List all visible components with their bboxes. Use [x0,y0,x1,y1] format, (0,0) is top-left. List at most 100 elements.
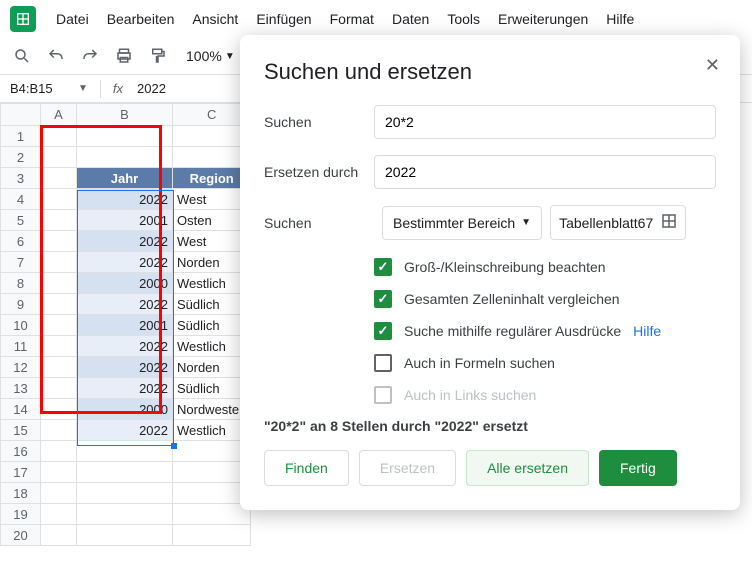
regex-help-link[interactable]: Hilfe [633,323,661,339]
cell[interactable] [41,336,77,357]
selection-handle[interactable] [171,443,177,449]
cell[interactable] [41,273,77,294]
cell[interactable] [41,441,77,462]
header-jahr[interactable]: Jahr [77,168,173,189]
cell[interactable] [77,147,173,168]
spreadsheet-grid[interactable]: ABC 123JahrRegion42022West52001Osten6202… [0,103,251,546]
row-header[interactable]: 13 [1,378,41,399]
cell[interactable] [173,525,251,546]
row-header[interactable]: 19 [1,504,41,525]
replace-input[interactable] [374,155,716,189]
col-header-A[interactable]: A [41,104,77,126]
scope-dropdown[interactable]: Bestimmter Bereich ▼ [382,206,542,240]
menu-item-daten[interactable]: Daten [384,7,437,31]
cell[interactable] [77,483,173,504]
cell-year[interactable]: 2022 [77,231,173,252]
replace-all-button[interactable]: Alle ersetzen [466,450,589,486]
row-header[interactable]: 15 [1,420,41,441]
done-button[interactable]: Fertig [599,450,677,486]
regex-checkbox[interactable] [374,322,392,340]
cell[interactable] [41,525,77,546]
cell[interactable] [41,147,77,168]
cell[interactable] [41,315,77,336]
menu-item-erweiterungen[interactable]: Erweiterungen [490,7,596,31]
col-header-B[interactable]: B [77,104,173,126]
match-case-checkbox[interactable] [374,258,392,276]
cell[interactable] [41,189,77,210]
in-formulas-checkbox[interactable] [374,354,392,372]
cell-year[interactable]: 2022 [77,357,173,378]
row-header[interactable]: 14 [1,399,41,420]
row-header[interactable]: 3 [1,168,41,189]
cell[interactable] [77,441,173,462]
cell[interactable] [41,399,77,420]
cell[interactable] [41,231,77,252]
row-header[interactable]: 17 [1,462,41,483]
menu-item-bearbeiten[interactable]: Bearbeiten [99,7,183,31]
sheets-logo[interactable] [10,6,36,32]
cell-year[interactable]: 2001 [77,210,173,231]
cell[interactable] [41,210,77,231]
cell[interactable] [77,462,173,483]
cell[interactable] [41,420,77,441]
row-header[interactable]: 2 [1,147,41,168]
paint-format-icon[interactable] [146,44,170,68]
formula-value[interactable]: 2022 [137,81,166,96]
cell[interactable] [41,126,77,147]
cell-year[interactable]: 2022 [77,420,173,441]
cell-year[interactable]: 2000 [77,273,173,294]
cell[interactable] [41,483,77,504]
row-header[interactable]: 9 [1,294,41,315]
row-header[interactable]: 11 [1,336,41,357]
menu-item-ansicht[interactable]: Ansicht [184,7,246,31]
zoom-dropdown[interactable]: 100%▼ [180,46,241,66]
row-header[interactable]: 18 [1,483,41,504]
search-input[interactable] [374,105,716,139]
row-header[interactable]: 16 [1,441,41,462]
cell[interactable] [77,504,173,525]
print-icon[interactable] [112,44,136,68]
cell[interactable] [77,126,173,147]
row-header[interactable]: 4 [1,189,41,210]
cell[interactable] [77,525,173,546]
menu-item-tools[interactable]: Tools [439,7,488,31]
cell[interactable] [41,294,77,315]
name-box-dropdown-icon[interactable]: ▼ [78,83,88,94]
row-header[interactable]: 7 [1,252,41,273]
menu-item-hilfe[interactable]: Hilfe [598,7,642,31]
cell-year[interactable]: 2000 [77,399,173,420]
replace-button[interactable]: Ersetzen [359,450,456,486]
cell[interactable] [173,504,251,525]
menu-item-datei[interactable]: Datei [48,7,97,31]
row-header[interactable]: 6 [1,231,41,252]
menu-item-format[interactable]: Format [322,7,382,31]
cell-year[interactable]: 2022 [77,378,173,399]
redo-icon[interactable] [78,44,102,68]
cell-year[interactable]: 2001 [77,315,173,336]
cell[interactable] [41,252,77,273]
menu-item-einfügen[interactable]: Einfügen [248,7,319,31]
entire-cell-checkbox[interactable] [374,290,392,308]
cell-year[interactable]: 2022 [77,336,173,357]
cell[interactable] [41,462,77,483]
name-box[interactable]: B4:B15 [10,81,70,96]
row-header[interactable]: 5 [1,210,41,231]
cell[interactable] [41,357,77,378]
cell-year[interactable]: 2022 [77,294,173,315]
find-button[interactable]: Finden [264,450,349,486]
cell-year[interactable]: 2022 [77,252,173,273]
cell[interactable] [41,504,77,525]
row-header[interactable]: 20 [1,525,41,546]
row-header[interactable]: 1 [1,126,41,147]
search-icon[interactable] [10,44,34,68]
cell[interactable] [41,378,77,399]
close-icon[interactable]: ✕ [705,55,720,76]
cell[interactable] [41,168,77,189]
undo-icon[interactable] [44,44,68,68]
row-header[interactable]: 8 [1,273,41,294]
row-header[interactable]: 10 [1,315,41,336]
select-all-corner[interactable] [1,104,41,126]
range-selector[interactable]: Tabellenblatt67 [550,205,686,240]
cell-year[interactable]: 2022 [77,189,173,210]
row-header[interactable]: 12 [1,357,41,378]
